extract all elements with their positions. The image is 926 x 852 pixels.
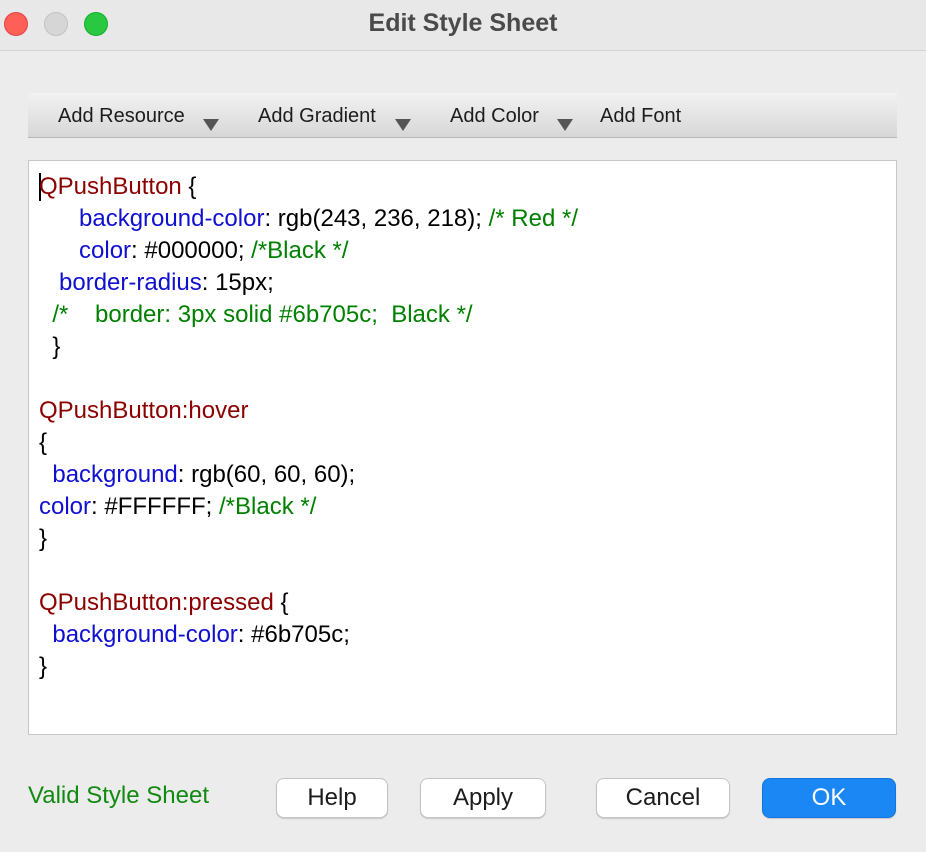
code-line: color: #000000; /*Black */ [39,235,349,267]
cancel-button[interactable]: Cancel [596,778,730,818]
code-line: QPushButton:pressed { [39,587,289,619]
add-color-label: Add Color [450,105,539,127]
code-text: : rgb(60, 60, 60); [177,461,356,488]
code-text: : #000000; [131,237,252,264]
add-font-button[interactable]: Add Font [600,93,681,138]
code-text: } [39,333,61,360]
code-comment: /* border: 3px solid #6b705c; Black */ [52,301,473,328]
title-bar: Edit Style Sheet [0,0,926,51]
add-resource-menu[interactable]: Add Resource [58,93,185,138]
add-color-dropdown-icon[interactable] [557,119,573,131]
code-text: : #FFFFFF; [91,493,220,520]
code-property: background-color [52,621,238,648]
ok-button[interactable]: OK [762,778,896,818]
code-line: color: #FFFFFF; /*Black */ [39,491,316,523]
code-selector: QPushButton [39,173,182,200]
code-line: background-color: rgb(243, 236, 218); /*… [39,203,578,235]
code-text: { [181,173,197,200]
code-property: color [79,237,132,264]
style-sheet-text-editor[interactable]: QPushButton { background-color: rgb(243,… [28,160,897,735]
add-gradient-dropdown-icon[interactable] [395,119,411,131]
window-title: Edit Style Sheet [368,9,558,37]
code-comment: /* Red */ [488,205,578,232]
add-resource-dropdown-icon[interactable] [203,119,219,131]
code-text: { [273,589,289,616]
add-gradient-menu[interactable]: Add Gradient [258,93,376,138]
code-line: background-color: #6b705c; [39,619,350,651]
code-comment: /*Black */ [251,237,349,264]
code-line: border-radius: 15px; [39,267,274,299]
add-font-label: Add Font [600,105,682,127]
code-text: { [39,429,48,456]
code-property: background [52,461,178,488]
code-text: : rgb(243, 236, 218); [264,205,489,232]
code-line: } [39,651,47,683]
code-text: } [39,653,48,680]
edit-style-sheet-dialog: Edit Style Sheet Add Resource Add Gradie… [0,0,926,852]
help-button[interactable]: Help [276,778,388,818]
apply-button[interactable]: Apply [420,778,546,818]
code-text: : 15px; [201,269,274,296]
code-line: { [39,427,47,459]
code-text: } [39,525,48,552]
code-line: QPushButton:hover [39,395,248,427]
code-selector: QPushButton:hover [39,397,249,424]
code-line: } [39,523,47,555]
code-line: QPushButton { [39,171,196,203]
code-selector: QPushButton:pressed [39,589,274,616]
add-color-menu[interactable]: Add Color [450,93,539,138]
add-gradient-label: Add Gradient [258,105,376,127]
code-line: /* border: 3px solid #6b705c; Black */ [39,299,473,331]
code-property: border-radius [59,269,202,296]
editor-toolbar: Add Resource Add Gradient Add Color Add … [28,93,897,138]
add-resource-label: Add Resource [58,105,185,127]
code-comment: /*Black */ [219,493,317,520]
code-property: background-color [79,205,265,232]
validation-status: Valid Style Sheet [28,782,209,809]
code-line: background: rgb(60, 60, 60); [39,459,355,491]
code-text: : #6b705c; [237,621,350,648]
code-line: } [39,331,60,363]
code-property: color [39,493,92,520]
